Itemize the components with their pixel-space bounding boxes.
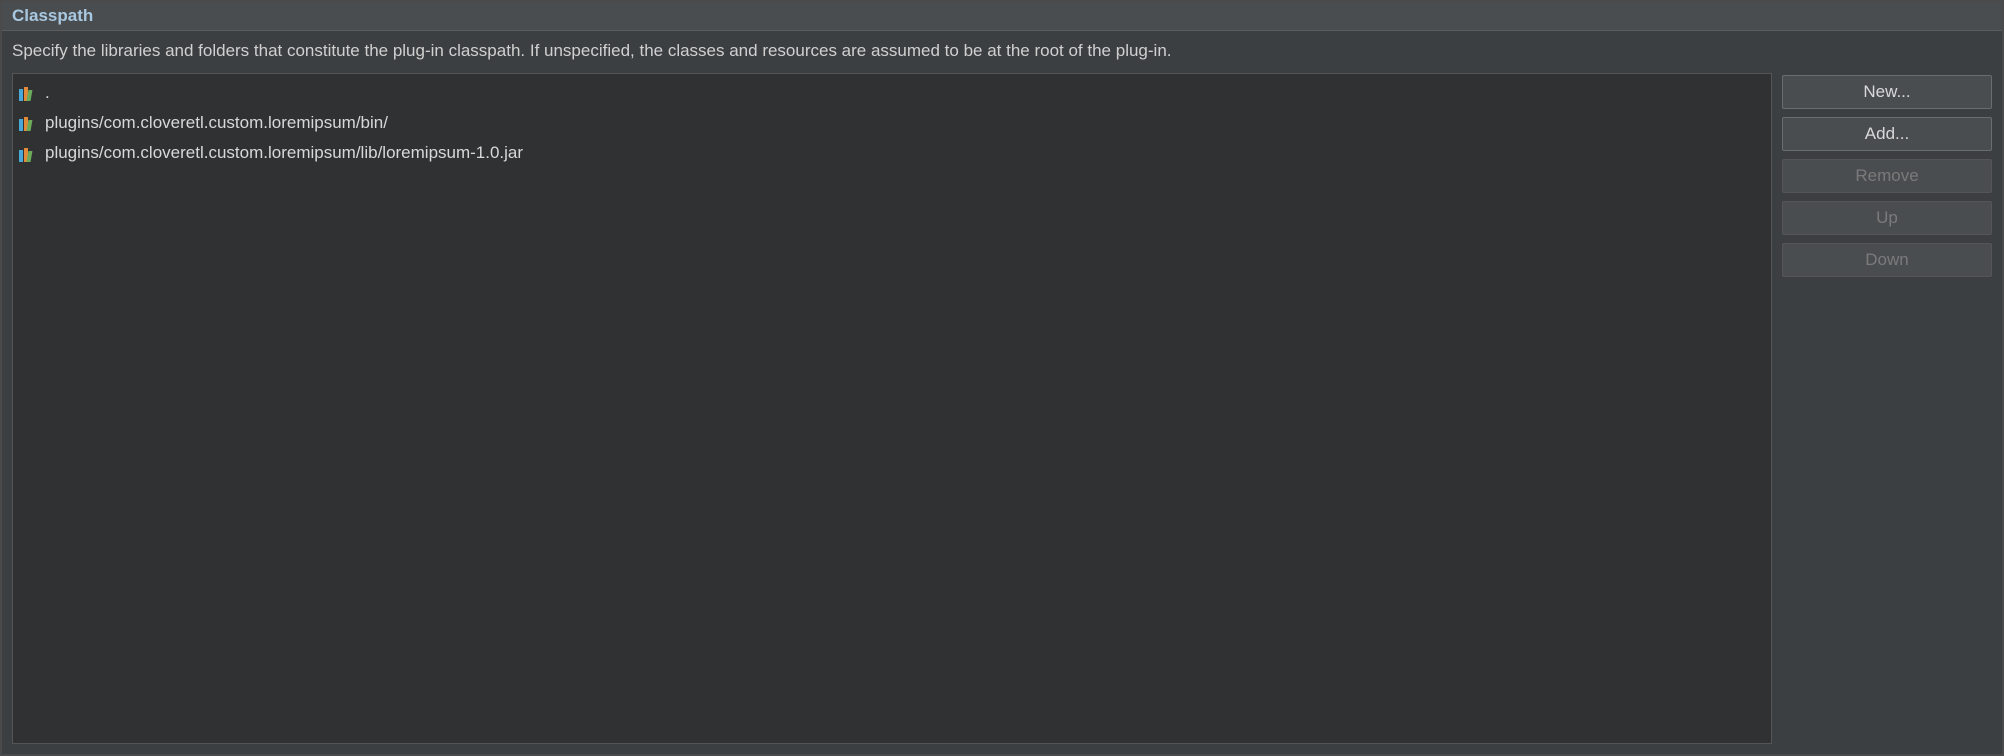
list-item-label: plugins/com.cloveretl.custom.loremipsum/… bbox=[45, 140, 523, 166]
classpath-section: Classpath Specify the libraries and fold… bbox=[0, 0, 2004, 756]
list-item[interactable]: plugins/com.cloveretl.custom.loremipsum/… bbox=[19, 108, 1765, 138]
section-title: Classpath bbox=[12, 6, 1992, 26]
classpath-list[interactable]: . plugins/com.cloveretl.custom.loremipsu… bbox=[12, 73, 1772, 744]
button-column: New... Add... Remove Up Down bbox=[1782, 73, 1992, 744]
list-item[interactable]: plugins/com.cloveretl.custom.loremipsum/… bbox=[19, 138, 1765, 168]
add-button[interactable]: Add... bbox=[1782, 117, 1992, 151]
library-icon bbox=[19, 146, 39, 162]
up-button[interactable]: Up bbox=[1782, 201, 1992, 235]
section-header: Classpath bbox=[2, 2, 2002, 31]
down-button[interactable]: Down bbox=[1782, 243, 1992, 277]
content-area: . plugins/com.cloveretl.custom.loremipsu… bbox=[2, 73, 2002, 754]
new-button[interactable]: New... bbox=[1782, 75, 1992, 109]
library-icon bbox=[19, 85, 39, 101]
remove-button[interactable]: Remove bbox=[1782, 159, 1992, 193]
list-item[interactable]: . bbox=[19, 78, 1765, 108]
section-description: Specify the libraries and folders that c… bbox=[2, 31, 2002, 73]
list-item-label: . bbox=[45, 80, 50, 106]
list-item-label: plugins/com.cloveretl.custom.loremipsum/… bbox=[45, 110, 388, 136]
library-icon bbox=[19, 115, 39, 131]
